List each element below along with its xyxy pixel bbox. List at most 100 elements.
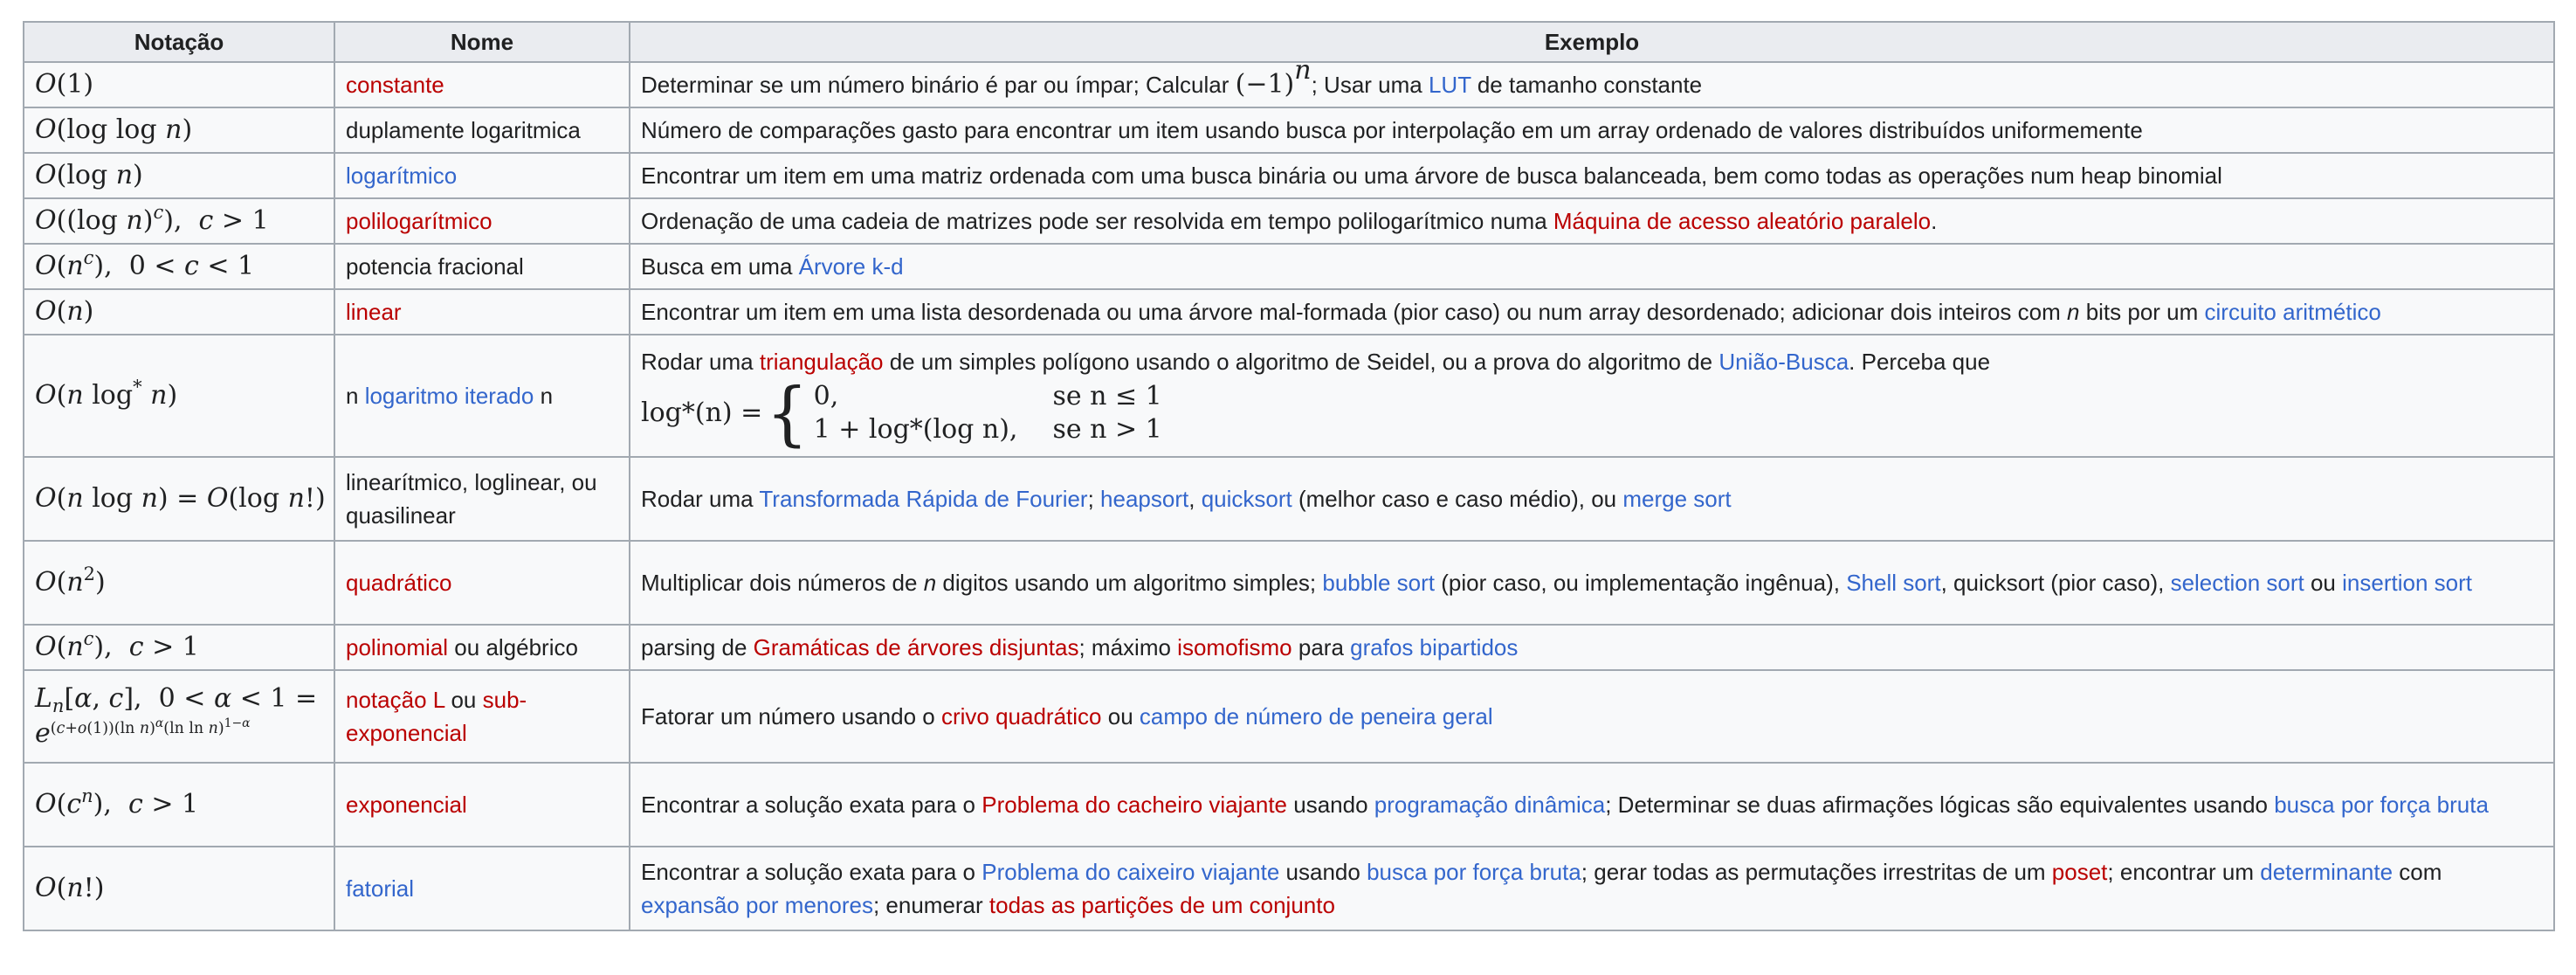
math-superscript: n — [1294, 54, 1312, 86]
notation-math: O(log n) — [35, 160, 143, 190]
wiki-link[interactable]: busca por força bruta — [2274, 792, 2489, 818]
variable-text: n — [923, 570, 937, 596]
notation-math: O(nc), 0 < c < 1 — [35, 247, 255, 281]
wiki-link[interactable]: polilogarítmico — [346, 208, 492, 234]
table-row: O(1) constante Determinar se um número b… — [23, 57, 2555, 108]
formula-case2-value: 1 + log*(log n), — [813, 414, 1018, 445]
wiki-link[interactable]: Shell sort — [1846, 570, 1940, 596]
wiki-link[interactable]: LUT — [1429, 72, 1471, 98]
plain-text: de um simples polígono usando o algoritm… — [883, 349, 1719, 375]
wiki-link[interactable]: determinante — [2260, 859, 2393, 885]
wiki-link[interactable]: merge sort — [1622, 486, 1731, 512]
table-row: O(log n) logarítmico Encontrar um item e… — [23, 152, 2555, 199]
wiki-link[interactable]: constante — [346, 72, 444, 98]
wiki-link[interactable]: crivo quadrático — [941, 703, 1102, 730]
notation-cell: O(1) — [23, 61, 335, 108]
example-cell: Busca em uma Árvore k-d — [629, 243, 2555, 290]
wiki-link[interactable]: triangulação — [760, 349, 884, 375]
notation-cell: O(n) — [23, 288, 335, 335]
wiki-link[interactable]: isomofismo — [1177, 634, 1291, 660]
wiki-link[interactable]: Problema do caixeiro viajante — [981, 859, 1279, 885]
wiki-link[interactable]: logarítmico — [346, 162, 457, 189]
notation-cell: O(n2) — [23, 540, 335, 626]
example-cell: Encontrar um item em uma lista desordena… — [629, 288, 2555, 335]
wiki-link[interactable]: Gramáticas de árvores disjuntas — [754, 634, 1079, 660]
wiki-link[interactable]: circuito aritmético — [2205, 299, 2381, 325]
plain-text: Encontrar a solução exata para o — [641, 792, 982, 818]
notation-math: O((log n)c), c > 1 — [35, 202, 269, 236]
wiki-link[interactable]: campo de número de peneira geral — [1140, 703, 1493, 730]
notation-cell: O(n log n) = O(log n!) — [23, 456, 335, 542]
table-row: O(n!) fatorial Encontrar a solução exata… — [23, 846, 2555, 931]
wiki-link[interactable]: quadrático — [346, 570, 451, 596]
wiki-link[interactable]: grafos bipartidos — [1350, 634, 1518, 660]
table-row: O(n log* n) n logaritmo iterado n Rodar … — [23, 334, 2555, 458]
wiki-link[interactable]: todas as partições de um conjunto — [989, 892, 1335, 918]
wiki-link[interactable]: linear — [346, 299, 402, 325]
example-cell: Fatorar um número usando o crivo quadrát… — [629, 669, 2555, 764]
wiki-link[interactable]: polinomial — [346, 634, 448, 660]
plain-text: ou algébrico — [448, 634, 578, 660]
name-cell: potencia fracional — [334, 243, 630, 290]
plain-text: duplamente logaritmica — [346, 117, 581, 143]
name-cell: linear — [334, 288, 630, 335]
example-cell: parsing de Gramáticas de árvores disjunt… — [629, 624, 2555, 671]
plain-text: ou — [1101, 703, 1140, 730]
plain-text: Encontrar a solução exata para o — [641, 859, 982, 885]
formula-case1-cond: se n ≤ 1 — [1052, 381, 1162, 411]
table-body: O(1) constante Determinar se um número b… — [23, 57, 2555, 931]
header-notation[interactable]: Notação — [23, 21, 335, 63]
name-cell: polilogarítmico — [334, 197, 630, 245]
table-row: O(n log n) = O(log n!) linearítmico, log… — [23, 456, 2555, 542]
wiki-link[interactable]: poset — [2052, 859, 2108, 885]
plain-text: potencia fracional — [346, 253, 524, 280]
header-example[interactable]: Exemplo — [629, 21, 2555, 63]
example-cell: Rodar uma Transformada Rápida de Fourier… — [629, 456, 2555, 542]
notation-math: Ln[α, c], 0 < α < 1 = e(c+o(1))(ln n)α(ln… — [35, 683, 318, 749]
notation-cell: O(log log n) — [23, 107, 335, 154]
wiki-link[interactable]: logaritmo iterado — [365, 383, 534, 409]
table-row: O(nc), 0 < c < 1 potencia fracional Busc… — [23, 243, 2555, 290]
complexity-table-wrapper: Notação Nome Exemplo O(1) constante Dete… — [23, 21, 2555, 931]
wiki-link[interactable]: Transformada Rápida de Fourier — [759, 486, 1087, 512]
wiki-link[interactable]: Máquina de acesso aleatório paralelo — [1553, 208, 1931, 234]
wiki-link[interactable]: Problema do cacheiro viajante — [981, 792, 1287, 818]
wiki-link[interactable]: fatorial — [346, 875, 414, 902]
header-name[interactable]: Nome — [334, 21, 630, 63]
wiki-link[interactable]: insertion sort — [2342, 570, 2472, 596]
wiki-link[interactable]: Árvore k-d — [799, 253, 904, 280]
plain-text: Encontrar um item em uma matriz ordenada… — [641, 162, 2222, 189]
plain-text: parsing de — [641, 634, 754, 660]
plain-text: Rodar uma — [641, 349, 760, 375]
plain-text: ; Determinar se duas afirmações lógicas … — [1605, 792, 2275, 818]
wiki-link[interactable]: busca por força bruta — [1367, 859, 1581, 885]
wiki-link[interactable]: selection sort — [2171, 570, 2304, 596]
name-cell: fatorial — [334, 846, 630, 931]
plain-text: . Perceba que — [1849, 349, 1991, 375]
table-row: O(cn), c > 1 exponencial Encontrar a sol… — [23, 762, 2555, 847]
example-cell: Determinar se um número binário é par ou… — [629, 57, 2555, 108]
notation-math: O(n!) — [35, 873, 105, 903]
wiki-link[interactable]: bubble sort — [1322, 570, 1435, 596]
notation-cell: O(cn), c > 1 — [23, 762, 335, 847]
notation-cell: O(log n) — [23, 152, 335, 199]
notation-cell: O(n!) — [23, 846, 335, 931]
wiki-link[interactable]: quicksort — [1202, 486, 1292, 512]
name-cell: constante — [334, 61, 630, 108]
plain-text: (pior caso, ou implementação ingênua), — [1435, 570, 1847, 596]
wiki-link[interactable]: notação L — [346, 687, 444, 713]
plain-text: Determinar se um número binário é par ou… — [641, 72, 1236, 98]
wiki-link[interactable]: União-Busca — [1718, 349, 1849, 375]
wiki-link[interactable]: exponencial — [346, 792, 467, 818]
plain-text: n — [534, 383, 554, 409]
table-row: O(log log n) duplamente logaritmica Núme… — [23, 107, 2555, 154]
plain-text: . — [1931, 208, 1938, 234]
wiki-link[interactable]: expansão por menores — [641, 892, 873, 918]
plain-text: ; máximo — [1078, 634, 1178, 660]
name-cell: n logaritmo iterado n — [334, 334, 630, 458]
example-text: Rodar uma triangulação de um simples pol… — [641, 345, 2543, 378]
plain-text: Multiplicar dois números de — [641, 570, 924, 596]
formula-case2-cond: se n > 1 — [1052, 414, 1162, 445]
wiki-link[interactable]: programação dinâmica — [1374, 792, 1605, 818]
wiki-link[interactable]: heapsort — [1100, 486, 1188, 512]
